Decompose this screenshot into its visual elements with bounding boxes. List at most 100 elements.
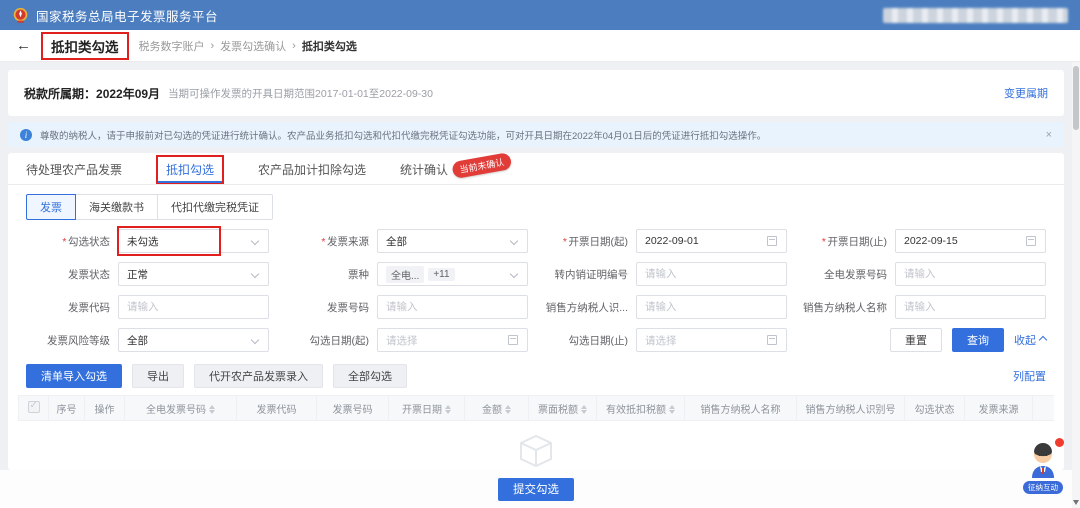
date-control[interactable]: 请选择 [636, 328, 787, 352]
assistant-mascot[interactable]: 征纳互动 [1020, 442, 1066, 494]
filter-label: 全电发票号码 [803, 267, 895, 282]
text-input[interactable] [386, 301, 519, 313]
chevron-down-icon [251, 270, 259, 278]
input-control[interactable] [895, 262, 1046, 286]
select-control[interactable]: 正常 [118, 262, 269, 286]
filter-label: 发票代码 [26, 300, 118, 315]
tab-4[interactable]: 统计确认当前未确认 [400, 155, 512, 184]
calendar-icon [767, 335, 777, 345]
select-value: 全部 [127, 333, 148, 348]
date-value: 2022-09-15 [904, 235, 958, 247]
toolbar-button-3[interactable]: 代开农产品发票录入 [194, 364, 323, 388]
app-title: 国家税务总局电子发票服务平台 [36, 6, 218, 25]
select-control[interactable]: 未勾选 [118, 229, 269, 253]
filter-row-1: *勾选状态未勾选*发票来源全部*开票日期(起)2022-09-01*开票日期(止… [26, 229, 1046, 253]
calendar-icon [508, 335, 518, 345]
subtab-1[interactable]: 发票 [26, 194, 76, 220]
sort-icon[interactable] [581, 405, 587, 414]
scrollbar-thumb[interactable] [1073, 66, 1079, 130]
notice-text: 尊敬的纳税人，请于申报前对已勾选的凭证进行统计确认。农产品业务抵扣勾选和代扣代缴… [40, 128, 766, 142]
toolbar-button-2[interactable]: 导出 [132, 364, 184, 388]
tab-label: 统计确认 [400, 161, 448, 178]
breadcrumb-item-3[interactable]: 抵扣类勾选 [302, 38, 357, 54]
user-info-redacted [883, 8, 1068, 23]
text-input[interactable] [904, 301, 1037, 313]
filter-label: 销售方纳税人名称 [803, 300, 895, 315]
empty-box-icon [514, 429, 558, 469]
text-input[interactable] [904, 268, 1037, 280]
select-control[interactable]: 全部 [118, 328, 269, 352]
toolbar-button-1[interactable]: 清单导入勾选 [26, 364, 122, 388]
back-icon[interactable]: ← [16, 37, 31, 54]
date-control[interactable]: 2022-09-15 [895, 229, 1046, 253]
sort-icon[interactable] [669, 405, 675, 414]
page: 国家税务总局电子发票服务平台 ← 抵扣类勾选 税务数字账户›发票勾选确认›抵扣类… [0, 0, 1080, 508]
required-mark: * [562, 236, 566, 248]
text-input[interactable] [645, 268, 778, 280]
filter-field: 销售方纳税人名称 [803, 295, 1046, 319]
subtab-2[interactable]: 海关缴款书 [75, 194, 158, 220]
date-control[interactable]: 2022-09-01 [636, 229, 787, 253]
close-icon[interactable]: × [1036, 129, 1052, 141]
calendar-icon [1026, 236, 1036, 246]
change-period-link[interactable]: 变更属期 [1004, 85, 1048, 101]
input-control[interactable] [636, 262, 787, 286]
scroll-down-icon[interactable] [1073, 500, 1079, 505]
column-config-link[interactable]: 列配置 [1013, 368, 1046, 384]
filter-row-4: 发票风险等级全部勾选日期(起)请选择勾选日期(止)请选择重置查询收起 [26, 328, 1046, 352]
breadcrumb-item-2[interactable]: 发票勾选确认 [220, 38, 286, 54]
sort-icon[interactable] [505, 405, 511, 414]
toolbar: 清单导入勾选导出代开农产品发票录入全部勾选 列配置 [8, 361, 1064, 395]
column-header-2: 序号 [49, 396, 85, 421]
filter-field: *开票日期(止)2022-09-15 [803, 229, 1046, 253]
filter-field: 票种全电...+11 [285, 262, 528, 286]
query-button[interactable]: 查询 [952, 328, 1004, 352]
text-input[interactable] [127, 301, 260, 313]
scrollbar[interactable] [1072, 62, 1080, 508]
sort-desc-icon [209, 410, 215, 414]
input-control[interactable] [118, 295, 269, 319]
date-control[interactable]: 请选择 [377, 328, 528, 352]
input-control[interactable] [895, 295, 1046, 319]
select-all-checkbox[interactable] [28, 401, 40, 413]
column-header-8: 金额 [465, 396, 529, 421]
assistant-label: 征纳互动 [1023, 481, 1063, 494]
breadcrumb-separator: › [292, 40, 296, 52]
tab-2[interactable]: 抵扣勾选 [156, 155, 224, 184]
breadcrumb-item-1[interactable]: 税务数字账户 [139, 38, 205, 54]
filter-label: *开票日期(起) [544, 234, 636, 249]
select-value: 正常 [127, 267, 148, 282]
app-header: 国家税务总局电子发票服务平台 [0, 0, 1080, 30]
filter-field: *开票日期(起)2022-09-01 [544, 229, 787, 253]
sort-asc-icon [581, 405, 587, 409]
filter-label: 转内销证明编号 [544, 267, 636, 282]
toolbar-button-4[interactable]: 全部勾选 [333, 364, 407, 388]
sort-icon[interactable] [445, 405, 451, 414]
date-value: 请选择 [386, 333, 418, 348]
sort-desc-icon [581, 410, 587, 414]
required-mark: * [62, 236, 66, 248]
filter-actions: 重置查询收起 [803, 328, 1046, 352]
filter-field: 全电发票号码 [803, 262, 1046, 286]
reset-button[interactable]: 重置 [890, 328, 942, 352]
tab-3[interactable]: 农产品加计扣除勾选 [258, 155, 366, 184]
filter-label: 票种 [285, 267, 377, 282]
filter-field: *勾选状态未勾选 [26, 229, 269, 253]
tags-control[interactable]: 全电...+11 [377, 262, 528, 286]
collapse-link[interactable]: 收起 [1014, 332, 1046, 348]
filter-label: 销售方纳税人识... [544, 300, 636, 315]
column-header-1[interactable] [19, 396, 49, 421]
select-control[interactable]: 全部 [377, 229, 528, 253]
input-control[interactable] [377, 295, 528, 319]
info-icon [20, 129, 32, 141]
text-input[interactable] [645, 301, 778, 313]
submit-button[interactable]: 提交勾选 [498, 478, 574, 501]
column-header-13: 勾选状态 [905, 396, 965, 421]
sort-asc-icon [505, 405, 511, 409]
subtab-3[interactable]: 代扣代缴完税凭证 [157, 194, 273, 220]
column-header-15: 票种 [1033, 396, 1055, 421]
sort-icon[interactable] [209, 405, 215, 414]
input-control[interactable] [636, 295, 787, 319]
tab-1[interactable]: 待处理农产品发票 [26, 155, 122, 184]
column-header-12: 销售方纳税人识别号 [797, 396, 905, 421]
